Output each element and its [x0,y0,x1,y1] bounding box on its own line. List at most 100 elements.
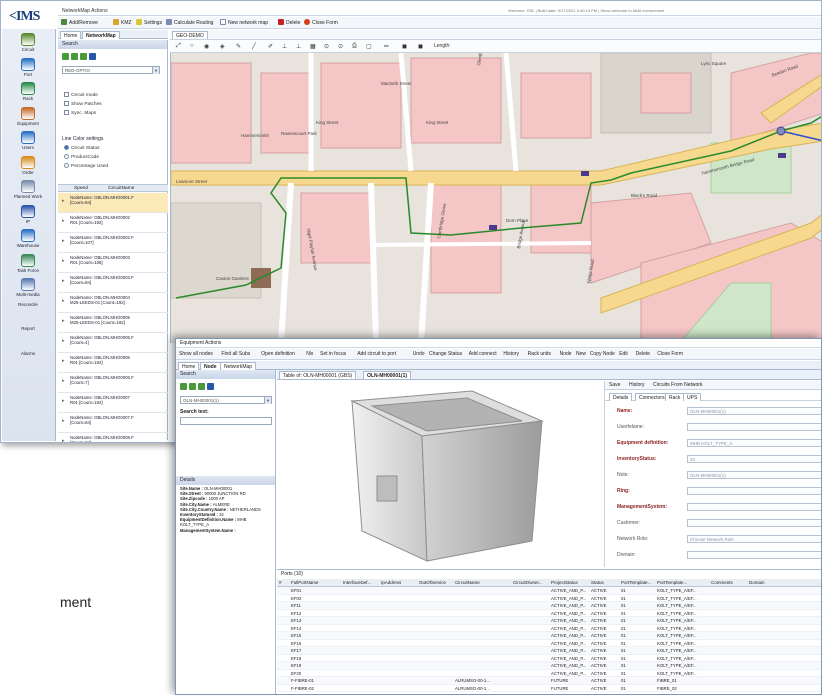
field-input[interactable]: OLN-MH00001(1) [687,471,821,479]
sidebar-item-ip[interactable]: IP [4,204,52,228]
field-input[interactable] [687,519,821,527]
close-form-button[interactable]: Close Form [304,19,338,26]
list-item[interactable]: NodeName: OBLON.MHO0007.F[Count=84] [58,413,168,433]
grid-column-header[interactable]: PortTemplate... [657,579,687,587]
field-input[interactable]: Choose Network Role [687,535,821,543]
table-row[interactable]: F-FIBRE-02 ALRUMSO-00-1... FUTURE ACTIVE 01 F… [277,685,821,692]
grid-column-header[interactable]: PortTemplate... [621,579,651,587]
layer-tool-icon[interactable]: ⊙ [324,43,329,50]
subtab-connectors[interactable]: Connectors [635,393,669,401]
sidebar-item-order[interactable]: Order [4,155,52,179]
refresh-icon[interactable] [62,53,69,60]
grid-column-header[interactable]: InterfaceDef... [343,579,371,587]
target-tool-icon[interactable]: ⊙ [338,43,343,50]
col-speed[interactable]: Speed [74,185,88,192]
search-text-input[interactable] [180,417,272,425]
list-item[interactable]: NodeName: OBLON.MHO0001.F[Count=84] [58,193,168,213]
toolbar-copy-node-button[interactable]: Copy Node [590,351,615,357]
filter-icon[interactable] [71,53,78,60]
add-remove-button[interactable]: Add/Remove [61,19,98,26]
tab-home[interactable]: Home [60,31,82,39]
grid-column-header[interactable]: Comments [711,579,733,587]
grid-column-header[interactable]: ProjectStatus [551,579,578,587]
list-item[interactable]: NodeName: OBLON.MHO0003.F[Count=84] [58,273,168,293]
table-row[interactable]: F-FIBRE-01 ALRUMSO-00-1... FUTURE ACTIVE 01 F… [277,677,821,685]
grid-column-header[interactable]: OutOfService [419,579,446,587]
point-tool-icon[interactable]: ◉ [204,43,209,50]
field-input[interactable] [687,487,821,495]
list-item[interactable]: NodeName: OBLON.MHO0002.F[Count=107] [58,233,168,253]
radio-product-code[interactable]: ProductCode [64,154,99,160]
toolbar-show-all-nodes-button[interactable]: Show all nodes [179,351,213,357]
list-item[interactable]: NodeName: OBLON.MHO0003R01 [Count=108] [58,253,168,273]
toolbar-open-definition-button[interactable]: Open definition [261,351,295,357]
sync-maps-checkbox[interactable]: Sync. Maps [64,110,96,116]
show-patches-checkbox[interactable]: Show Patches [64,101,102,107]
sidebar-item-alarms[interactable]: Alarms [4,351,52,361]
toolbar-find-all-subs-button[interactable]: Find all Subs [221,351,250,357]
tab-geo-demo[interactable]: GEO-DEMO [172,31,208,39]
subtab-ups[interactable]: UPS [683,393,702,401]
toolbar-node-button[interactable]: Node [560,351,572,357]
grid-tool-icon[interactable]: ▦ [310,43,316,50]
radio-circuit-status[interactable]: Circuit Status [64,145,100,151]
chevron-down-icon[interactable]: ▼ [264,397,271,404]
sidebar-item-equipment[interactable]: Equipment [4,106,52,130]
list-item[interactable]: NodeName: OBLON.MHO0004M25-LEEDS-01 [Cou… [58,293,168,313]
toolbar-undo-button[interactable]: Undo [413,351,425,357]
line-tool-icon[interactable]: ╱ [252,43,256,50]
sidebar-item-warehouse[interactable]: Warehouse [4,228,52,252]
form-circuits-tab[interactable]: Circuits From Network [653,382,702,388]
toolbar-set-in-focus-button[interactable]: Set in focus [320,351,346,357]
tab-home-eq[interactable]: Home [178,362,200,370]
table-row[interactable]: EF14 ACTIVE_AND_P... ACTIVE 01 KOLT_TYPE_A/E… [277,625,821,632]
pan-tool-icon[interactable]: ⤢ [176,43,181,50]
toolbar-nix-button[interactable]: Nix [306,351,313,357]
grid-column-header[interactable]: IpAddress [381,579,401,587]
sidebar-item-task-force[interactable]: Task Force [4,253,52,277]
grid-column-header[interactable]: Status [591,579,604,587]
toolbar-new-button[interactable]: New [576,351,586,357]
toolbar-close-form-button[interactable]: Close Form [657,351,683,357]
tab-table-of[interactable]: Table of: OLN-MH00001 (GBS) [279,371,357,379]
field-input[interactable]: OLN-MH00001(1) [687,407,821,415]
map-canvas[interactable]: Lyric Square King Street King Street Beadon… [170,53,821,343]
save-map-icon[interactable]: ◼ [418,43,423,50]
sidebar-item-planned-work[interactable]: Planned Work [4,179,52,203]
grid-column-header[interactable]: CircuitName [455,579,480,587]
list-item[interactable]: NodeName: OBLON.MHO0005.F[Count=4] [58,333,168,353]
table-row[interactable]: EF18 ACTIVE_AND_P... ACTIVE 01 KOLT_TYPE_A/E… [277,655,821,662]
circuit-mode-checkbox[interactable]: Circuit mode [64,92,98,98]
eq-tree-icon[interactable] [198,383,205,390]
toolbar-change-status-button[interactable]: Change Status [429,351,462,357]
table-row[interactable]: EF02 ACTIVE_AND_P... ACTIVE 01 KOLT_TYPE_A/E… [277,595,821,602]
sidebar-item-circuit[interactable]: Circuit [4,32,52,56]
grid-column-header[interactable]: # [279,579,282,587]
field-input[interactable]: MHB KOLT_TYPE_A [687,439,821,447]
align-tool-icon[interactable]: ⊥ [296,43,301,50]
eq-combo[interactable]: OLN-MH00001(1) ▼ [180,396,272,404]
tab-networkmap-eq[interactable]: NetworkMap [220,362,257,370]
eq-export-icon[interactable] [207,383,214,390]
circle-tool-icon[interactable]: ○ [190,43,194,49]
list-item[interactable]: NodeName: OBLON.MHO0006R01 [Count=192] [58,353,168,373]
table-row[interactable]: EF11 ACTIVE_AND_P... ACTIVE 01 KOLT_TYPE_A/E… [277,602,821,610]
pen-tool-icon[interactable]: ✐ [268,43,273,50]
settings-button[interactable]: Settings [136,19,162,26]
toolbar-history-button[interactable]: History [503,351,519,357]
delete-button[interactable]: Delete [278,19,300,26]
table-row[interactable]: EF01 ACTIVE_AND_P... ACTIVE 01 KOLT_TYPE_A/E… [277,587,821,595]
field-input[interactable] [687,551,821,559]
table-row[interactable]: EF19 ACTIVE_AND_P... ACTIVE 01 KOLT_TYPE_A/E… [277,662,821,670]
toolbar-delete-button[interactable]: Delete [636,351,650,357]
sidebar-item-rack[interactable]: Rack [4,81,52,105]
sidebar-item-report[interactable]: Report [4,326,52,336]
kmz-button[interactable]: KMZ [113,19,132,26]
field-input[interactable] [687,503,821,511]
sidebar-item-port[interactable]: Port [4,57,52,81]
col-circuit-name[interactable]: CircuitName [108,185,134,192]
sidebar-item-users[interactable]: Users [4,130,52,154]
site-combo[interactable]: RED-OPTIO ▼ [62,66,160,74]
grid-column-header[interactable]: Domain [749,579,765,587]
draw-tool-icon[interactable]: ✎ [236,43,241,50]
